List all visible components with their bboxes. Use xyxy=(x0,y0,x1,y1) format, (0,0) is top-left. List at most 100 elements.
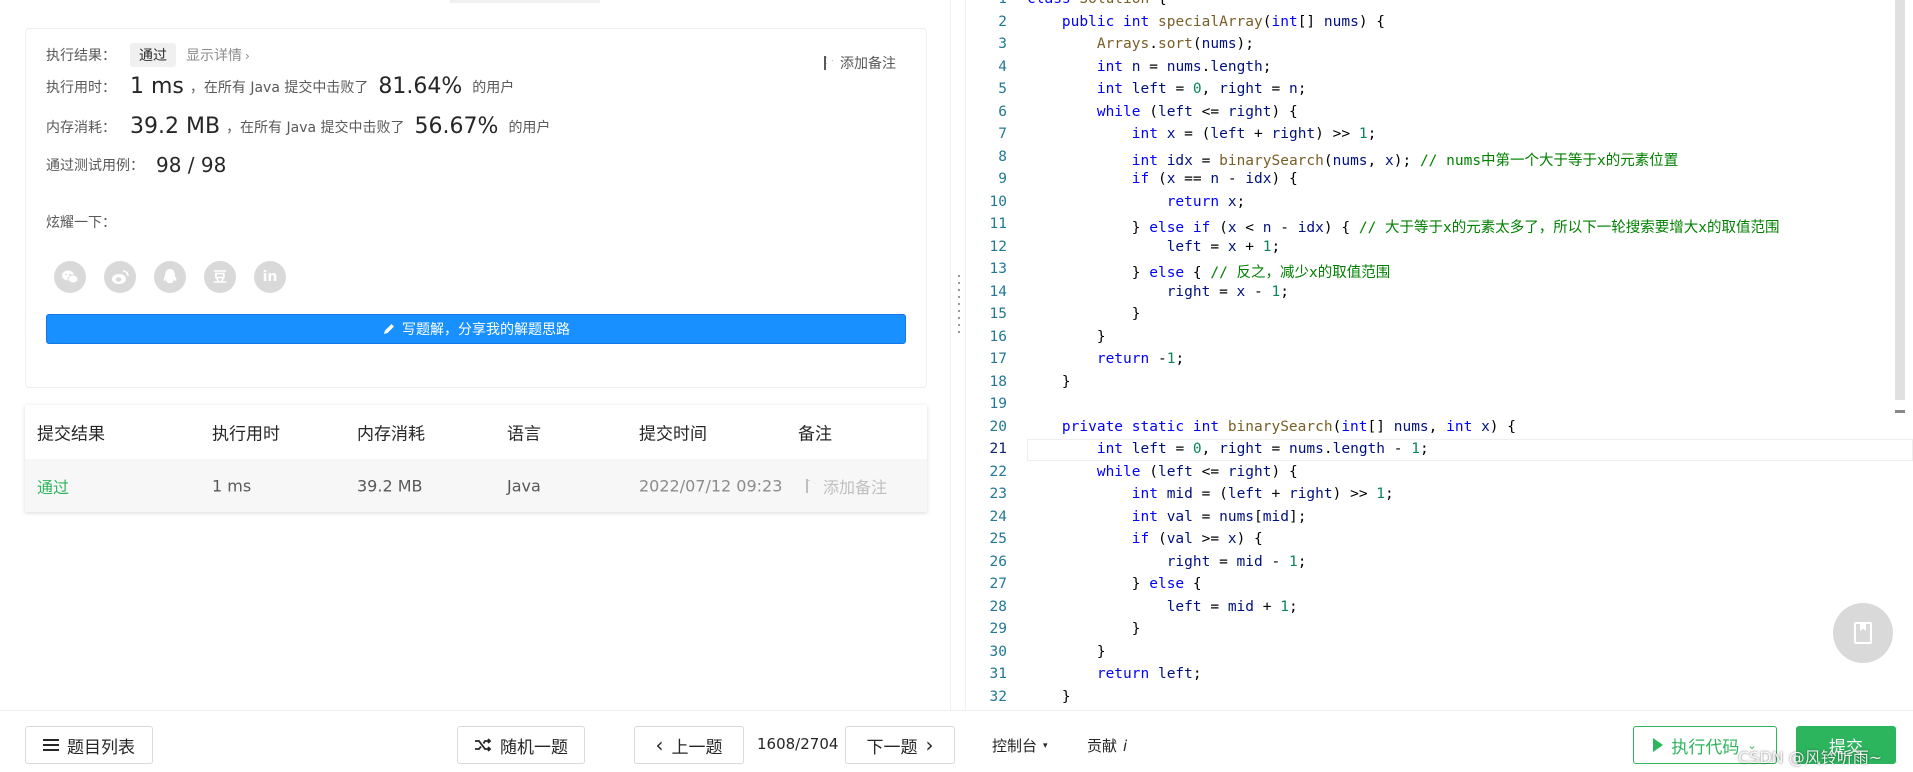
bottom-toolbar: 题目列表 随机一题 ‹ 上一题 1608/2704 下一题 › 控制台 ▾ 贡献… xyxy=(0,710,1913,772)
row-add-note-label: 添加备注 xyxy=(823,477,888,497)
show-details-link[interactable]: 显示详情 › xyxy=(186,45,250,65)
runtime-suffix: 的用户 xyxy=(472,79,515,96)
submission-runtime: 1 ms xyxy=(212,476,252,495)
memory-row: 内存消耗： 39.2 MB ，在所有 Java 提交中击败了 56.67% 的用… xyxy=(46,114,550,139)
line-number: 16 xyxy=(989,328,1007,345)
column-header: 执行用时 xyxy=(212,424,280,445)
code-line[interactable]: } xyxy=(1027,306,1141,322)
memory-suffix: 的用户 xyxy=(508,119,551,136)
code-line[interactable]: } xyxy=(1027,644,1106,660)
code-line[interactable]: int x = (left + right) >> 1; xyxy=(1027,126,1377,142)
douban-icon[interactable]: 豆 xyxy=(204,261,236,293)
result-card: 执行结果： 通过 显示详情 › 添加备注 执行用时： 1 ms ，在所有 Java… xyxy=(25,28,927,388)
code-line[interactable]: } xyxy=(1027,374,1071,390)
line-number: 15 xyxy=(989,306,1007,322)
panel-resize-handle[interactable] xyxy=(950,0,966,710)
code-line[interactable]: left = mid + 1; xyxy=(1027,599,1298,615)
pencil-icon xyxy=(384,324,394,334)
qq-icon[interactable] xyxy=(154,261,186,293)
code-line[interactable]: right = x - 1; xyxy=(1027,284,1289,300)
runtime-value: 1 ms xyxy=(130,74,184,99)
column-header: 备注 xyxy=(798,424,832,445)
column-header: 提交时间 xyxy=(639,424,707,445)
code-line[interactable]: return -1; xyxy=(1027,351,1184,367)
share-row-label: 炫耀一下： xyxy=(46,212,116,232)
code-line[interactable]: int left = 0, right = nums.length - 1; xyxy=(1027,441,1429,457)
code-line[interactable]: return left; xyxy=(1027,666,1202,682)
editor-scrollbar[interactable] xyxy=(1895,0,1905,710)
notes-float-button[interactable] xyxy=(1833,603,1893,663)
code-line[interactable]: return x; xyxy=(1027,194,1246,210)
wechat-icon[interactable] xyxy=(54,261,86,293)
code-line[interactable]: } xyxy=(1027,689,1071,705)
random-problem-button[interactable]: 随机一题 xyxy=(457,726,585,764)
write-solution-button[interactable]: 写题解，分享我的解题思路 xyxy=(46,314,906,344)
submission-result[interactable]: 通过 xyxy=(37,474,69,498)
line-number: 26 xyxy=(989,553,1007,570)
result-panel: 执行结果： 通过 显示详情 › 添加备注 执行用时： 1 ms ，在所有 Java… xyxy=(0,0,950,710)
code-line[interactable]: } xyxy=(1027,621,1141,637)
code-line[interactable]: } else { // 反之，减少x的取值范围 xyxy=(1027,261,1391,282)
line-number: 7 xyxy=(998,126,1007,142)
play-icon xyxy=(1653,738,1664,752)
line-number-gutter: 1234567891011121314151617181920212223242… xyxy=(967,0,1017,710)
drag-handle-icon xyxy=(958,275,960,335)
linkedin-icon[interactable]: in xyxy=(254,261,286,293)
weibo-icon[interactable] xyxy=(104,261,136,293)
line-number: 18 xyxy=(989,373,1007,390)
prev-problem-label: 上一题 xyxy=(671,737,723,758)
show-details-label: 显示详情 xyxy=(186,48,242,64)
row-add-note-button[interactable]: 添加备注 xyxy=(805,474,887,498)
contribute-label: 贡献 xyxy=(1087,737,1118,755)
code-line[interactable]: public int specialArray(int[] nums) { xyxy=(1027,14,1385,30)
code-editor[interactable]: 1234567891011121314151617181920212223242… xyxy=(967,0,1913,710)
next-problem-button[interactable]: 下一题 › xyxy=(845,726,955,764)
add-note-button[interactable]: 添加备注 xyxy=(823,53,896,73)
result-status-badge: 通过 xyxy=(130,43,176,67)
line-number: 24 xyxy=(989,508,1007,525)
list-icon xyxy=(43,739,59,751)
code-line[interactable]: if (val >= x) { xyxy=(1027,531,1263,547)
caret-down-icon: ▾ xyxy=(1043,740,1048,751)
code-line[interactable]: int left = 0, right = n; xyxy=(1027,81,1307,97)
contribute-button[interactable]: 贡献 i xyxy=(1087,735,1127,756)
code-line[interactable]: while (left <= right) { xyxy=(1027,464,1298,480)
tests-row: 通过测试用例： 98 / 98 xyxy=(46,153,232,177)
submission-memory: 39.2 MB xyxy=(357,476,423,495)
code-line[interactable]: } else if (x < n - idx) { // 大于等于x的元素太多了… xyxy=(1027,216,1780,237)
chevron-left-icon: ‹ xyxy=(655,733,664,757)
problem-list-label: 题目列表 xyxy=(67,737,135,758)
line-number: 17 xyxy=(989,351,1007,367)
code-line[interactable]: int idx = binarySearch(nums, x); // nums… xyxy=(1027,149,1679,170)
line-number: 14 xyxy=(989,283,1007,300)
line-number: 21 xyxy=(989,441,1007,457)
code-line[interactable]: right = mid - 1; xyxy=(1027,554,1307,570)
code-line[interactable]: class Solution { xyxy=(1027,0,1167,7)
line-number: 1 xyxy=(967,0,1007,7)
code-line[interactable]: while (left <= right) { xyxy=(1027,104,1298,120)
code-line[interactable]: left = x + 1; xyxy=(1027,239,1281,255)
console-label: 控制台 xyxy=(992,737,1038,755)
chevron-right-icon: › xyxy=(925,733,934,757)
code-line[interactable]: Arrays.sort(nums); xyxy=(1027,36,1254,52)
line-number: 31 xyxy=(989,666,1007,682)
code-line[interactable]: int n = nums.length; xyxy=(1027,59,1272,75)
column-header: 内存消耗 xyxy=(357,424,425,445)
code-line[interactable]: int val = nums[mid]; xyxy=(1027,509,1307,525)
code-line[interactable]: } xyxy=(1027,329,1106,345)
code-line[interactable]: int mid = (left + right) >> 1; xyxy=(1027,486,1394,502)
problem-list-button[interactable]: 题目列表 xyxy=(25,726,153,764)
column-header: 语言 xyxy=(507,424,541,445)
console-toggle[interactable]: 控制台 ▾ xyxy=(992,735,1048,756)
code-line[interactable]: } else { xyxy=(1027,576,1202,592)
code-line[interactable]: if (x == n - idx) { xyxy=(1027,171,1298,187)
line-number: 29 xyxy=(989,621,1007,637)
scrollbar-thumb[interactable] xyxy=(1895,0,1905,400)
line-number: 30 xyxy=(989,643,1007,660)
runtime-label: 执行用时： xyxy=(46,79,116,96)
info-icon: i xyxy=(1123,736,1128,755)
code-line[interactable]: private static int binarySearch(int[] nu… xyxy=(1027,419,1516,435)
line-number: 10 xyxy=(989,193,1007,210)
table-row[interactable]: 通过 1 ms 39.2 MB Java 2022/07/12 09:23 添加… xyxy=(25,459,927,512)
prev-problem-button[interactable]: ‹ 上一题 xyxy=(634,726,744,764)
